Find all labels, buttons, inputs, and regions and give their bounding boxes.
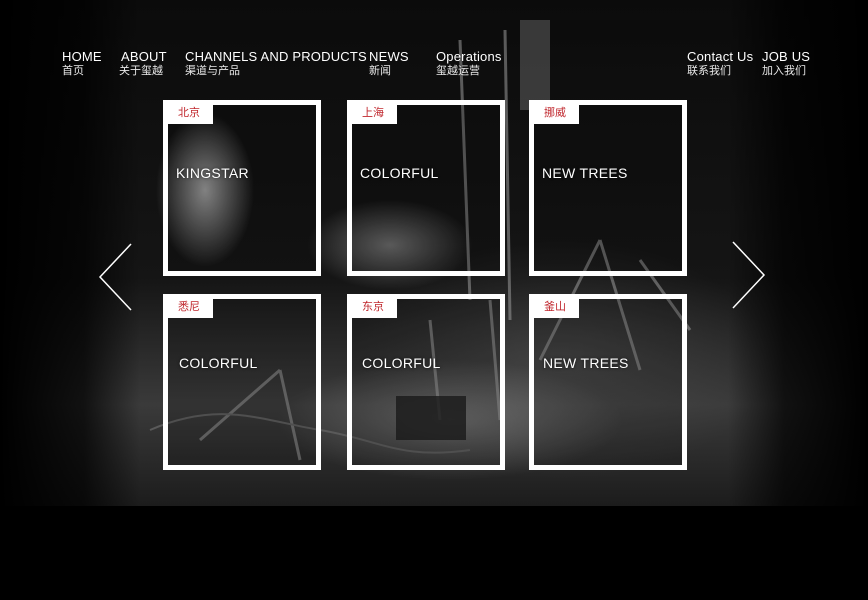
nav-about-sublabel: 关于玺越 (119, 65, 163, 78)
nav-operations[interactable]: Operations 玺越运营 (436, 49, 502, 78)
nav-contact-sublabel: 联系我们 (687, 65, 731, 78)
card-title: COLORFUL (362, 355, 441, 371)
card-title: NEW TREES (543, 355, 629, 371)
card-shanghai[interactable]: 上海 COLORFUL (347, 100, 505, 276)
card-tokyo[interactable]: 东京 COLORFUL (347, 294, 505, 470)
card-title: KINGSTAR (176, 165, 249, 181)
chevron-right-icon (732, 241, 766, 309)
card-norway[interactable]: 挪威 NEW TREES (529, 100, 687, 276)
nav-jobs[interactable]: JOB US 加入我们 (762, 49, 811, 78)
nav-channels-sublabel: 渠道与产品 (185, 65, 240, 78)
card-title: COLORFUL (360, 165, 439, 181)
nav-contact[interactable]: Contact Us 联系我们 (687, 49, 754, 78)
card-city-badge: 东京 (352, 299, 397, 318)
card-sydney[interactable]: 悉尼 COLORFUL (163, 294, 321, 470)
card-city-badge: 挪威 (534, 105, 579, 124)
nav-news-sublabel: 新闻 (369, 65, 391, 78)
nav-news[interactable]: NEWS 新闻 (369, 49, 409, 78)
nav-about-label: ABOUT (121, 49, 167, 64)
nav-news-label: NEWS (369, 49, 409, 64)
nav-operations-sublabel: 玺越运营 (436, 65, 480, 78)
carousel-prev-button[interactable] (96, 242, 136, 312)
nav-jobs-label: JOB US (762, 49, 811, 64)
card-city-badge: 釜山 (534, 299, 579, 318)
card-city-badge: 上海 (352, 105, 397, 124)
nav-channels-label: CHANNELS AND PRODUCTS (185, 49, 367, 64)
card-title: NEW TREES (542, 165, 628, 181)
card-busan[interactable]: 釜山 NEW TREES (529, 294, 687, 470)
nav-home-label: HOME (62, 49, 102, 64)
card-city-badge: 北京 (168, 105, 213, 124)
nav-channels-products[interactable]: CHANNELS AND PRODUCTS 渠道与产品 (185, 49, 367, 78)
card-city-badge: 悉尼 (168, 299, 213, 318)
nav-jobs-sublabel: 加入我们 (762, 65, 806, 78)
chevron-left-icon (98, 243, 132, 311)
nav-contact-label: Contact Us (687, 49, 754, 64)
card-beijing[interactable]: 北京 KINGSTAR (163, 100, 321, 276)
card-title: COLORFUL (179, 355, 258, 371)
nav-about[interactable]: ABOUT 关于玺越 (119, 49, 167, 78)
nav-home-sublabel: 首页 (62, 65, 84, 78)
nav-home[interactable]: HOME 首页 (62, 49, 102, 78)
carousel-next-button[interactable] (729, 240, 769, 310)
nav-operations-label: Operations (436, 49, 502, 64)
